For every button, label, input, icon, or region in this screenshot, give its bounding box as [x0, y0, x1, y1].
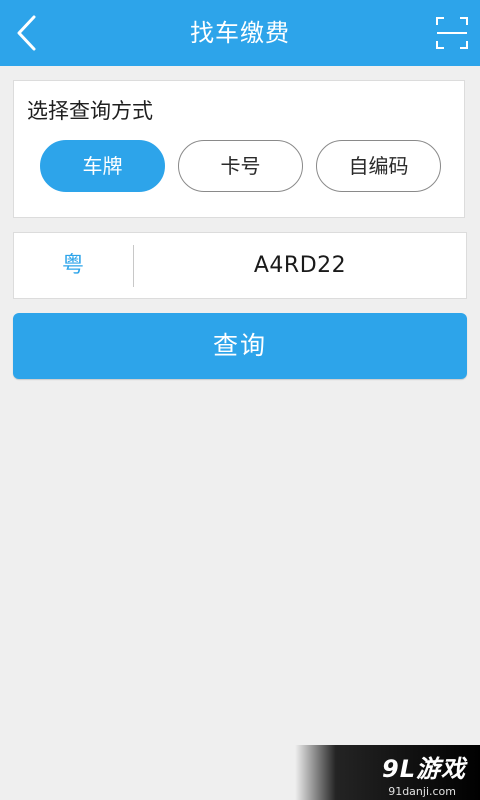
divider	[133, 245, 134, 287]
scan-button[interactable]	[434, 15, 470, 51]
query-method-heading: 选择查询方式	[27, 99, 153, 123]
method-option-card-number[interactable]: 卡号	[178, 140, 303, 192]
method-option-plate[interactable]: 车牌	[40, 140, 165, 192]
watermark-url: 91danji.com	[388, 785, 456, 798]
plate-number-input[interactable]: A4RD22	[136, 233, 464, 298]
page-title: 找车缴费	[190, 19, 290, 47]
search-button[interactable]: 查询	[13, 313, 467, 379]
watermark-logo: 9L游戏	[382, 755, 466, 783]
province-selector[interactable]: 粤	[14, 233, 132, 298]
screen: 找车缴费 选择查询方式 车牌 卡号 自编码 粤 A4RD22 查询 9L游戏 9…	[0, 0, 480, 800]
scan-frame-icon	[436, 17, 468, 49]
plate-input-card: 粤 A4RD22	[13, 232, 467, 299]
watermark: 9L游戏 91danji.com	[295, 745, 480, 800]
query-method-card: 选择查询方式 车牌 卡号 自编码	[13, 80, 465, 218]
method-option-self-code[interactable]: 自编码	[316, 140, 441, 192]
header-bar: 找车缴费	[0, 0, 480, 66]
